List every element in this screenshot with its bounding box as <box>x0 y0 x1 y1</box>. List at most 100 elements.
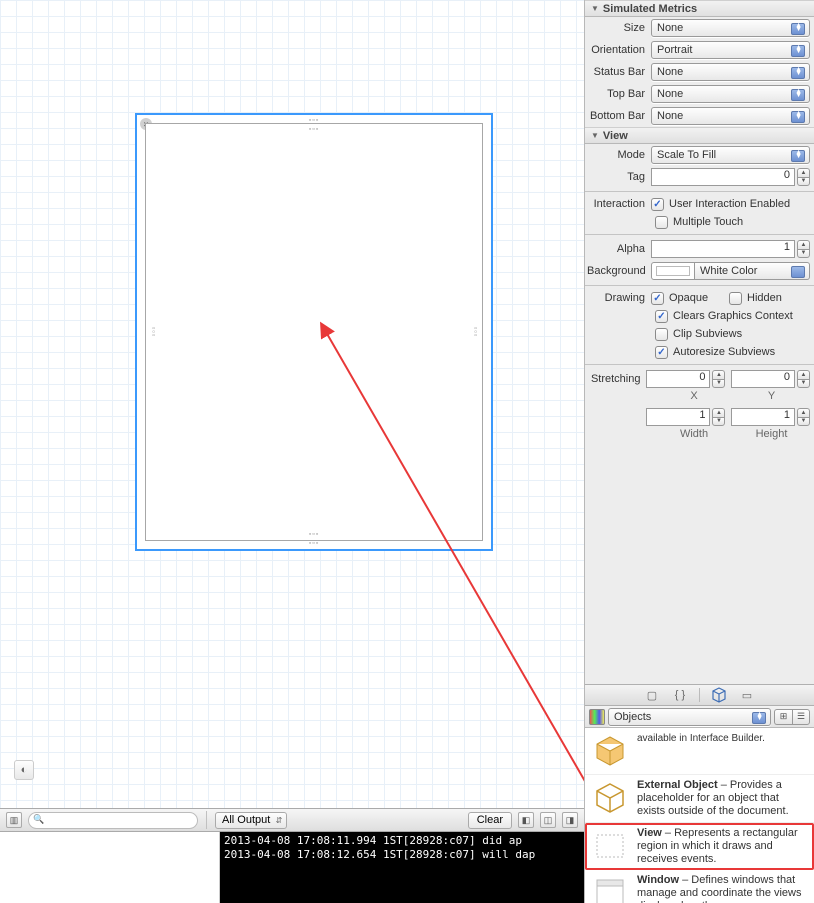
variables-view[interactable] <box>0 832 220 903</box>
field-tag[interactable]: 0 <box>651 168 795 186</box>
code-snippet-tab-icon[interactable]: { } <box>671 688 689 702</box>
popup-mode[interactable]: Scale To Fill▲▼ <box>651 146 810 164</box>
popup-background[interactable]: White Color <box>651 262 810 280</box>
library-item-text: External Object – Provides a placeholder… <box>637 779 808 818</box>
library-filter-popup[interactable]: Objects▲▼ <box>608 708 771 726</box>
console-output[interactable]: 2013-04-08 17:08:11.994 1ST[28928:c07] d… <box>220 832 584 903</box>
ib-canvas[interactable]: × ▫▫▫ ▫▫▫ ▫▫▫ ▫▫▫ ▫▫▫ ▫▫▫ ◐ <box>0 0 584 808</box>
library-list-view-icon[interactable]: ☰ <box>792 709 810 725</box>
stepper-alpha[interactable]: ▲▼ <box>797 240 810 258</box>
section-view[interactable]: ▼ View <box>585 127 814 144</box>
cube-icon <box>591 732 629 770</box>
label-opaque: Opaque <box>669 292 729 304</box>
sublabel-height: Height <box>733 428 810 440</box>
field-stretch-h[interactable]: 1 <box>731 408 795 426</box>
library-list[interactable]: available in Interface Builder. External… <box>585 728 814 903</box>
inner-handle-top: ▫▫▫ <box>309 126 319 133</box>
checkbox-clip[interactable] <box>655 328 668 341</box>
inspector-panel: ▼ Simulated Metrics Size None▲▼ Orientat… <box>584 0 814 903</box>
library-item-text: available in Interface Builder. <box>637 732 808 770</box>
dock-toggle[interactable]: ◐ <box>14 760 34 780</box>
view-content[interactable]: ▫▫▫ ▫▫▫ ▫▫▫ ▫▫▫ <box>145 123 483 541</box>
section-simulated-metrics[interactable]: ▼ Simulated Metrics <box>585 0 814 17</box>
pane-right-icon[interactable]: ◨ <box>562 812 578 828</box>
inner-handle-bottom: ▫▫▫ <box>309 531 319 538</box>
label-multiple-touch: Multiple Touch <box>673 216 743 228</box>
toggle-variables-icon[interactable]: ▥ <box>6 812 22 828</box>
library-item-view[interactable]: View – Represents a rectangular region i… <box>585 823 814 870</box>
field-alpha[interactable]: 1 <box>651 240 795 258</box>
label-tag: Tag <box>587 171 651 183</box>
selected-view-frame[interactable]: × ▫▫▫ ▫▫▫ ▫▫▫ ▫▫▫ ▫▫▫ ▫▫▫ <box>135 113 493 551</box>
debug-toolbar: ▥ All Output Clear ◧ ◫ ◨ <box>0 808 584 832</box>
stepper-tag[interactable]: ▲▼ <box>797 168 810 186</box>
popup-orientation[interactable]: Portrait▲▼ <box>651 41 810 59</box>
checkbox-hidden[interactable] <box>729 292 742 305</box>
field-stretch-x[interactable]: 0 <box>646 370 710 388</box>
label-orientation: Orientation <box>587 44 651 56</box>
file-template-tab-icon[interactable]: ▢ <box>643 688 661 702</box>
console-search-input[interactable] <box>28 812 198 829</box>
stepper-stretch-h[interactable]: ▲▼ <box>797 408 810 426</box>
field-stretch-w[interactable]: 1 <box>646 408 710 426</box>
media-library-tab-icon[interactable]: ▭ <box>738 688 756 702</box>
cube-outline-icon <box>591 779 629 817</box>
library-item-partial[interactable]: available in Interface Builder. <box>585 728 814 775</box>
label-clears: Clears Graphics Context <box>673 310 793 322</box>
library-tabs: ▢ { } ▭ <box>585 684 814 706</box>
popup-bottombar[interactable]: None▲▼ <box>651 107 810 125</box>
label-clip: Clip Subviews <box>673 328 742 340</box>
checkbox-multiple-touch[interactable] <box>655 216 668 229</box>
stepper-stretch-w[interactable]: ▲▼ <box>712 408 725 426</box>
label-mode: Mode <box>587 149 651 161</box>
divider <box>585 191 814 192</box>
label-hidden: Hidden <box>747 292 782 304</box>
field-stretch-y[interactable]: 0 <box>731 370 795 388</box>
section-title: View <box>603 130 628 142</box>
sublabel-width: Width <box>655 428 733 440</box>
disclosure-icon[interactable]: ▼ <box>591 4 599 13</box>
section-title: Simulated Metrics <box>603 3 697 15</box>
output-filter-popup[interactable]: All Output <box>215 812 287 829</box>
stepper-stretch-y[interactable]: ▲▼ <box>797 370 810 388</box>
library-item-window[interactable]: Window – Defines windows that manage and… <box>585 870 814 903</box>
window-icon <box>591 874 629 903</box>
label-alpha: Alpha <box>587 243 651 255</box>
divider <box>585 285 814 286</box>
label-bottombar: Bottom Bar <box>587 110 651 122</box>
label-interaction: Interaction <box>587 198 651 210</box>
divider <box>585 234 814 235</box>
label-background: Background <box>587 265 651 277</box>
stepper-stretch-x[interactable]: ▲▼ <box>712 370 725 388</box>
library-item-external-object[interactable]: External Object – Provides a placeholder… <box>585 775 814 823</box>
label-topbar: Top Bar <box>587 88 651 100</box>
label-user-interaction: User Interaction Enabled <box>669 198 790 210</box>
checkbox-opaque[interactable] <box>651 292 664 305</box>
disclosure-icon[interactable]: ▼ <box>591 131 599 140</box>
checkbox-clears[interactable] <box>655 310 668 323</box>
clear-button[interactable]: Clear <box>468 812 512 829</box>
inner-handle-left: ▫▫▫ <box>150 327 157 337</box>
resize-handle-bottom[interactable]: ▫▫▫ <box>309 540 319 547</box>
pane-both-icon[interactable]: ◫ <box>540 812 556 828</box>
label-drawing: Drawing <box>587 292 651 304</box>
library-item-text: Window – Defines windows that manage and… <box>637 874 808 903</box>
color-swatch[interactable] <box>651 262 695 280</box>
library-color-icon[interactable] <box>589 709 605 725</box>
checkbox-autoresize[interactable] <box>655 346 668 359</box>
library-filter-bar: Objects▲▼ ⊞ ☰ <box>585 706 814 728</box>
sublabel-x: X <box>655 390 733 402</box>
separator <box>206 811 207 829</box>
checkbox-user-interaction[interactable] <box>651 198 664 211</box>
popup-statusbar[interactable]: None▲▼ <box>651 63 810 81</box>
pane-left-icon[interactable]: ◧ <box>518 812 534 828</box>
library-item-text: View – Represents a rectangular region i… <box>637 827 808 866</box>
divider <box>585 364 814 365</box>
label-size: Size <box>587 22 651 34</box>
popup-size[interactable]: None▲▼ <box>651 19 810 37</box>
popup-topbar[interactable]: None▲▼ <box>651 85 810 103</box>
object-library-tab-icon[interactable] <box>710 688 728 702</box>
inner-handle-right: ▫▫▫ <box>471 327 478 337</box>
library-grid-view-icon[interactable]: ⊞ <box>774 709 792 725</box>
view-rect-icon <box>591 827 629 865</box>
